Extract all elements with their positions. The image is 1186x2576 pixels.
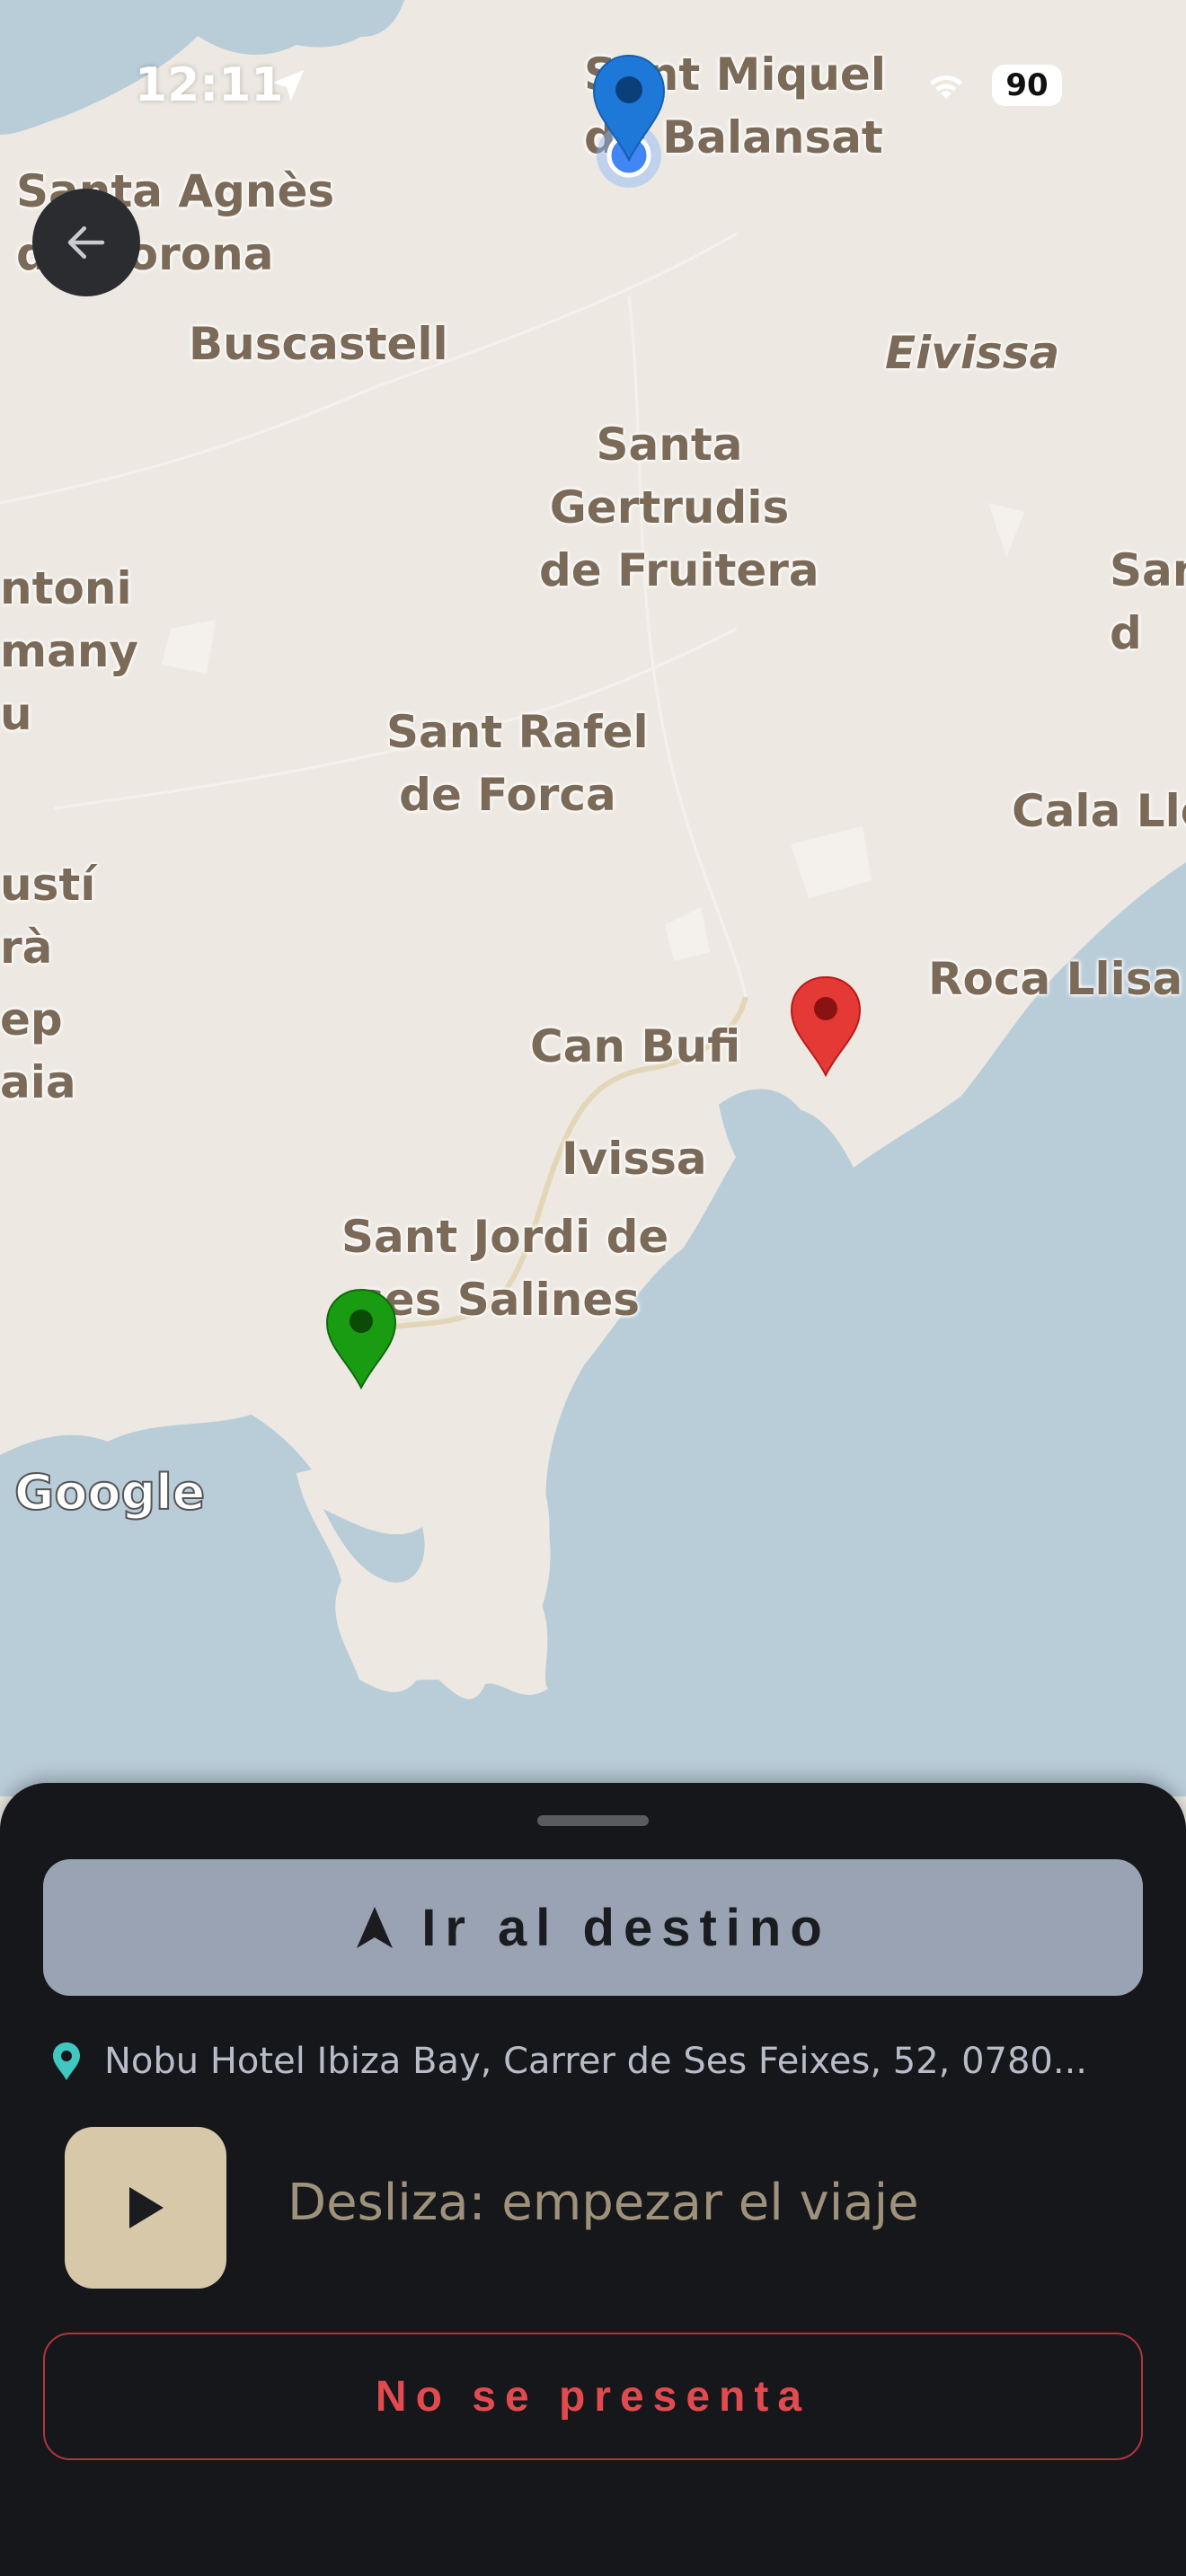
place-san-right: San d xyxy=(1110,544,1186,659)
origin-pin-icon[interactable] xyxy=(323,1287,399,1394)
battery-indicator: 90 xyxy=(992,65,1062,106)
place-ivissa: Ivissa xyxy=(562,1133,707,1185)
back-button[interactable] xyxy=(32,189,140,296)
place-agusti: ustí rà xyxy=(0,859,96,974)
trip-bottom-sheet: Ir al destino Nobu Hotel Ibiza Bay, Carr… xyxy=(0,1783,1186,2576)
start-trip-slider-knob[interactable] xyxy=(65,2127,226,2289)
place-buscastell: Buscastell xyxy=(189,318,448,370)
navigation-arrow-icon xyxy=(357,1907,394,1948)
go-to-destination-button[interactable]: Ir al destino xyxy=(43,1859,1143,1996)
no-show-label: No se presenta xyxy=(375,2372,811,2421)
place-can-bufi: Can Bufi xyxy=(530,1020,741,1072)
place-cala-llonga: Cala Llo xyxy=(1012,785,1186,837)
place-sant-antoni: ntoni many u xyxy=(0,562,139,740)
sheet-drag-handle[interactable] xyxy=(537,1815,649,1826)
destination-address-row: Nobu Hotel Ibiza Bay, Carrer de Ses Feix… xyxy=(50,2030,1146,2093)
go-to-destination-label: Ir al destino xyxy=(421,1898,831,1957)
driver-location-pin-icon xyxy=(589,52,669,199)
destination-address: Nobu Hotel Ibiza Bay, Carrer de Ses Feix… xyxy=(104,2041,1088,2082)
map-view[interactable]: Sant Miquel de Balansat Santa Agnès de C… xyxy=(0,0,1186,1796)
place-roca-llisa: Roca Llisa xyxy=(928,953,1183,1005)
destination-pin-icon[interactable] xyxy=(788,975,863,1081)
status-time: 12:11 xyxy=(135,58,284,112)
place-josep: ep aia xyxy=(0,993,76,1108)
arrow-left-icon xyxy=(67,226,105,259)
location-arrow-icon xyxy=(268,65,309,110)
play-icon xyxy=(129,2187,164,2228)
wifi-icon xyxy=(925,68,967,106)
place-santa-gertrudis: Santa Gertrudis de Fruitera xyxy=(539,419,819,596)
google-logo: Google xyxy=(13,1463,206,1522)
location-pin-icon xyxy=(53,2042,80,2080)
place-sant-rafel: Sant Rafel de Forca xyxy=(386,706,649,821)
no-show-button[interactable]: No se presenta xyxy=(43,2333,1143,2460)
start-trip-slider-label: Desliza: empezar el viaje xyxy=(288,2174,919,2232)
place-eivissa: Eivissa xyxy=(885,327,1060,379)
